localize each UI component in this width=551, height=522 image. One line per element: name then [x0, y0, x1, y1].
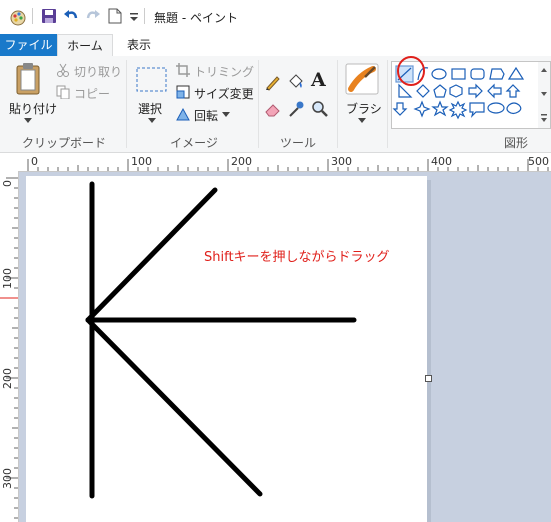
save-icon[interactable] [41, 8, 57, 24]
brush-icon [345, 63, 379, 95]
chevron-down-icon [358, 118, 366, 123]
scissors-icon [57, 63, 69, 77]
six-point-star-shape-icon [448, 100, 468, 120]
triangle-shape-icon [507, 66, 525, 80]
resize-button[interactable]: サイズ変更 [176, 84, 256, 102]
five-point-star-shape-icon [431, 100, 449, 117]
chevron-down-icon [222, 112, 230, 117]
rounded-callout-shape-icon [469, 102, 485, 118]
select-rectangle-icon [136, 67, 167, 92]
chevron-down-icon [148, 118, 156, 123]
ribbon: 貼り付け 切り取り コピー クリップボード 選択 トリミング サイズ変更 回転 … [0, 56, 551, 153]
color-picker-icon[interactable] [287, 100, 305, 118]
ruler-label: 100 [1, 268, 14, 289]
highlight-circle [397, 56, 425, 86]
eraser-icon[interactable] [264, 100, 282, 118]
paste-label: 貼り付け [9, 102, 58, 116]
down-arrow-shape-icon [392, 102, 408, 116]
polygon-shape-icon [489, 68, 505, 80]
gallery-scroll-arrows-icon [541, 68, 547, 122]
tab-file[interactable]: ファイル [0, 34, 57, 56]
oval-callout-shape-icon [487, 102, 505, 114]
crop-icon [176, 63, 190, 77]
copy-label: コピー [74, 87, 111, 101]
shapes-group-label: 図形 [503, 136, 528, 150]
canvas-drawing [85, 181, 357, 499]
chevron-down-icon [24, 118, 32, 123]
drawing-canvas[interactable] [26, 176, 427, 522]
ruler-label: 200 [231, 155, 252, 168]
clipboard-icon [16, 63, 40, 95]
left-arrow-shape-icon [487, 83, 502, 99]
oval-shape-icon [431, 68, 447, 80]
select-label: 選択 [138, 102, 163, 116]
annotation-text: Shiftキーを押しながらドラッグ [204, 250, 390, 265]
crop-label: トリミング [194, 65, 255, 79]
brushes-button[interactable]: ブラシ [341, 60, 383, 128]
group-divider [126, 60, 127, 148]
rectangle-shape-icon [451, 68, 466, 80]
up-arrow-shape-icon [505, 84, 521, 98]
title-bar: 無題 - ペイント [0, 0, 551, 34]
image-group-label: イメージ [170, 136, 218, 150]
rotate-label: 回転 [194, 109, 219, 123]
tab-home[interactable]: ホーム [57, 34, 113, 57]
canvas-resize-handle[interactable] [425, 375, 432, 382]
magnifier-icon[interactable] [311, 100, 329, 118]
paint-app-icon[interactable] [9, 8, 27, 26]
resize-icon [176, 85, 190, 99]
customize-toolbar-icon[interactable] [129, 8, 139, 24]
vertical-ruler: 0 100 200 300 [0, 171, 19, 522]
text-tool-icon[interactable]: A [311, 69, 326, 91]
select-button[interactable]: 選択 [134, 60, 170, 128]
copy-icon [56, 85, 70, 99]
ruler-label: 0 [31, 155, 38, 168]
copy-button[interactable]: コピー [56, 84, 118, 102]
rotate-icon [176, 107, 190, 121]
ruler-label: 0 [1, 180, 14, 187]
cloud-callout-shape-icon [506, 102, 522, 115]
group-divider [258, 60, 259, 148]
tab-view[interactable]: 表示 [118, 34, 160, 56]
diagonal-line-down [85, 317, 263, 497]
ruler-ticks [27, 159, 549, 171]
hexagon-shape-icon [449, 84, 463, 98]
right-arrow-shape-icon [468, 83, 483, 99]
new-file-icon[interactable] [108, 8, 122, 24]
crop-button[interactable]: トリミング [176, 62, 256, 80]
clipboard-group-label: クリップボード [21, 136, 106, 150]
canvas-shadow [427, 180, 431, 522]
ruler-label: 200 [1, 368, 14, 389]
four-point-star-shape-icon [413, 100, 431, 118]
diagonal-line-up [85, 187, 218, 323]
ruler-label: 300 [1, 468, 14, 489]
tools-group-label: ツール [279, 136, 316, 150]
undo-icon[interactable] [63, 8, 79, 24]
window-title: 無題 - ペイント [154, 11, 238, 25]
horizontal-ruler: 0 100 200 300 400 500 [0, 153, 551, 172]
ruler-label: 500 [528, 155, 549, 168]
fill-bucket-icon[interactable] [287, 73, 305, 91]
pencil-icon[interactable] [264, 73, 282, 91]
group-divider [387, 60, 388, 148]
resize-label: サイズ変更 [194, 87, 254, 101]
ribbon-tab-bar: ファイル ホーム 表示 [0, 34, 551, 57]
pentagon-shape-icon [433, 84, 447, 98]
cut-label: 切り取り [74, 65, 123, 79]
ruler-label: 300 [331, 155, 352, 168]
cut-button[interactable]: 切り取り [56, 62, 122, 80]
ruler-label: 100 [131, 155, 152, 168]
paste-button[interactable]: 貼り付け [6, 60, 57, 128]
group-divider [337, 60, 338, 148]
ruler-label: 400 [431, 155, 452, 168]
redo-icon[interactable] [85, 8, 101, 24]
brush-label: ブラシ [346, 102, 382, 116]
rotate-button[interactable]: 回転 [176, 106, 256, 124]
shapes-gallery-scroll[interactable] [538, 61, 551, 129]
rounded-rectangle-shape-icon [470, 68, 485, 80]
